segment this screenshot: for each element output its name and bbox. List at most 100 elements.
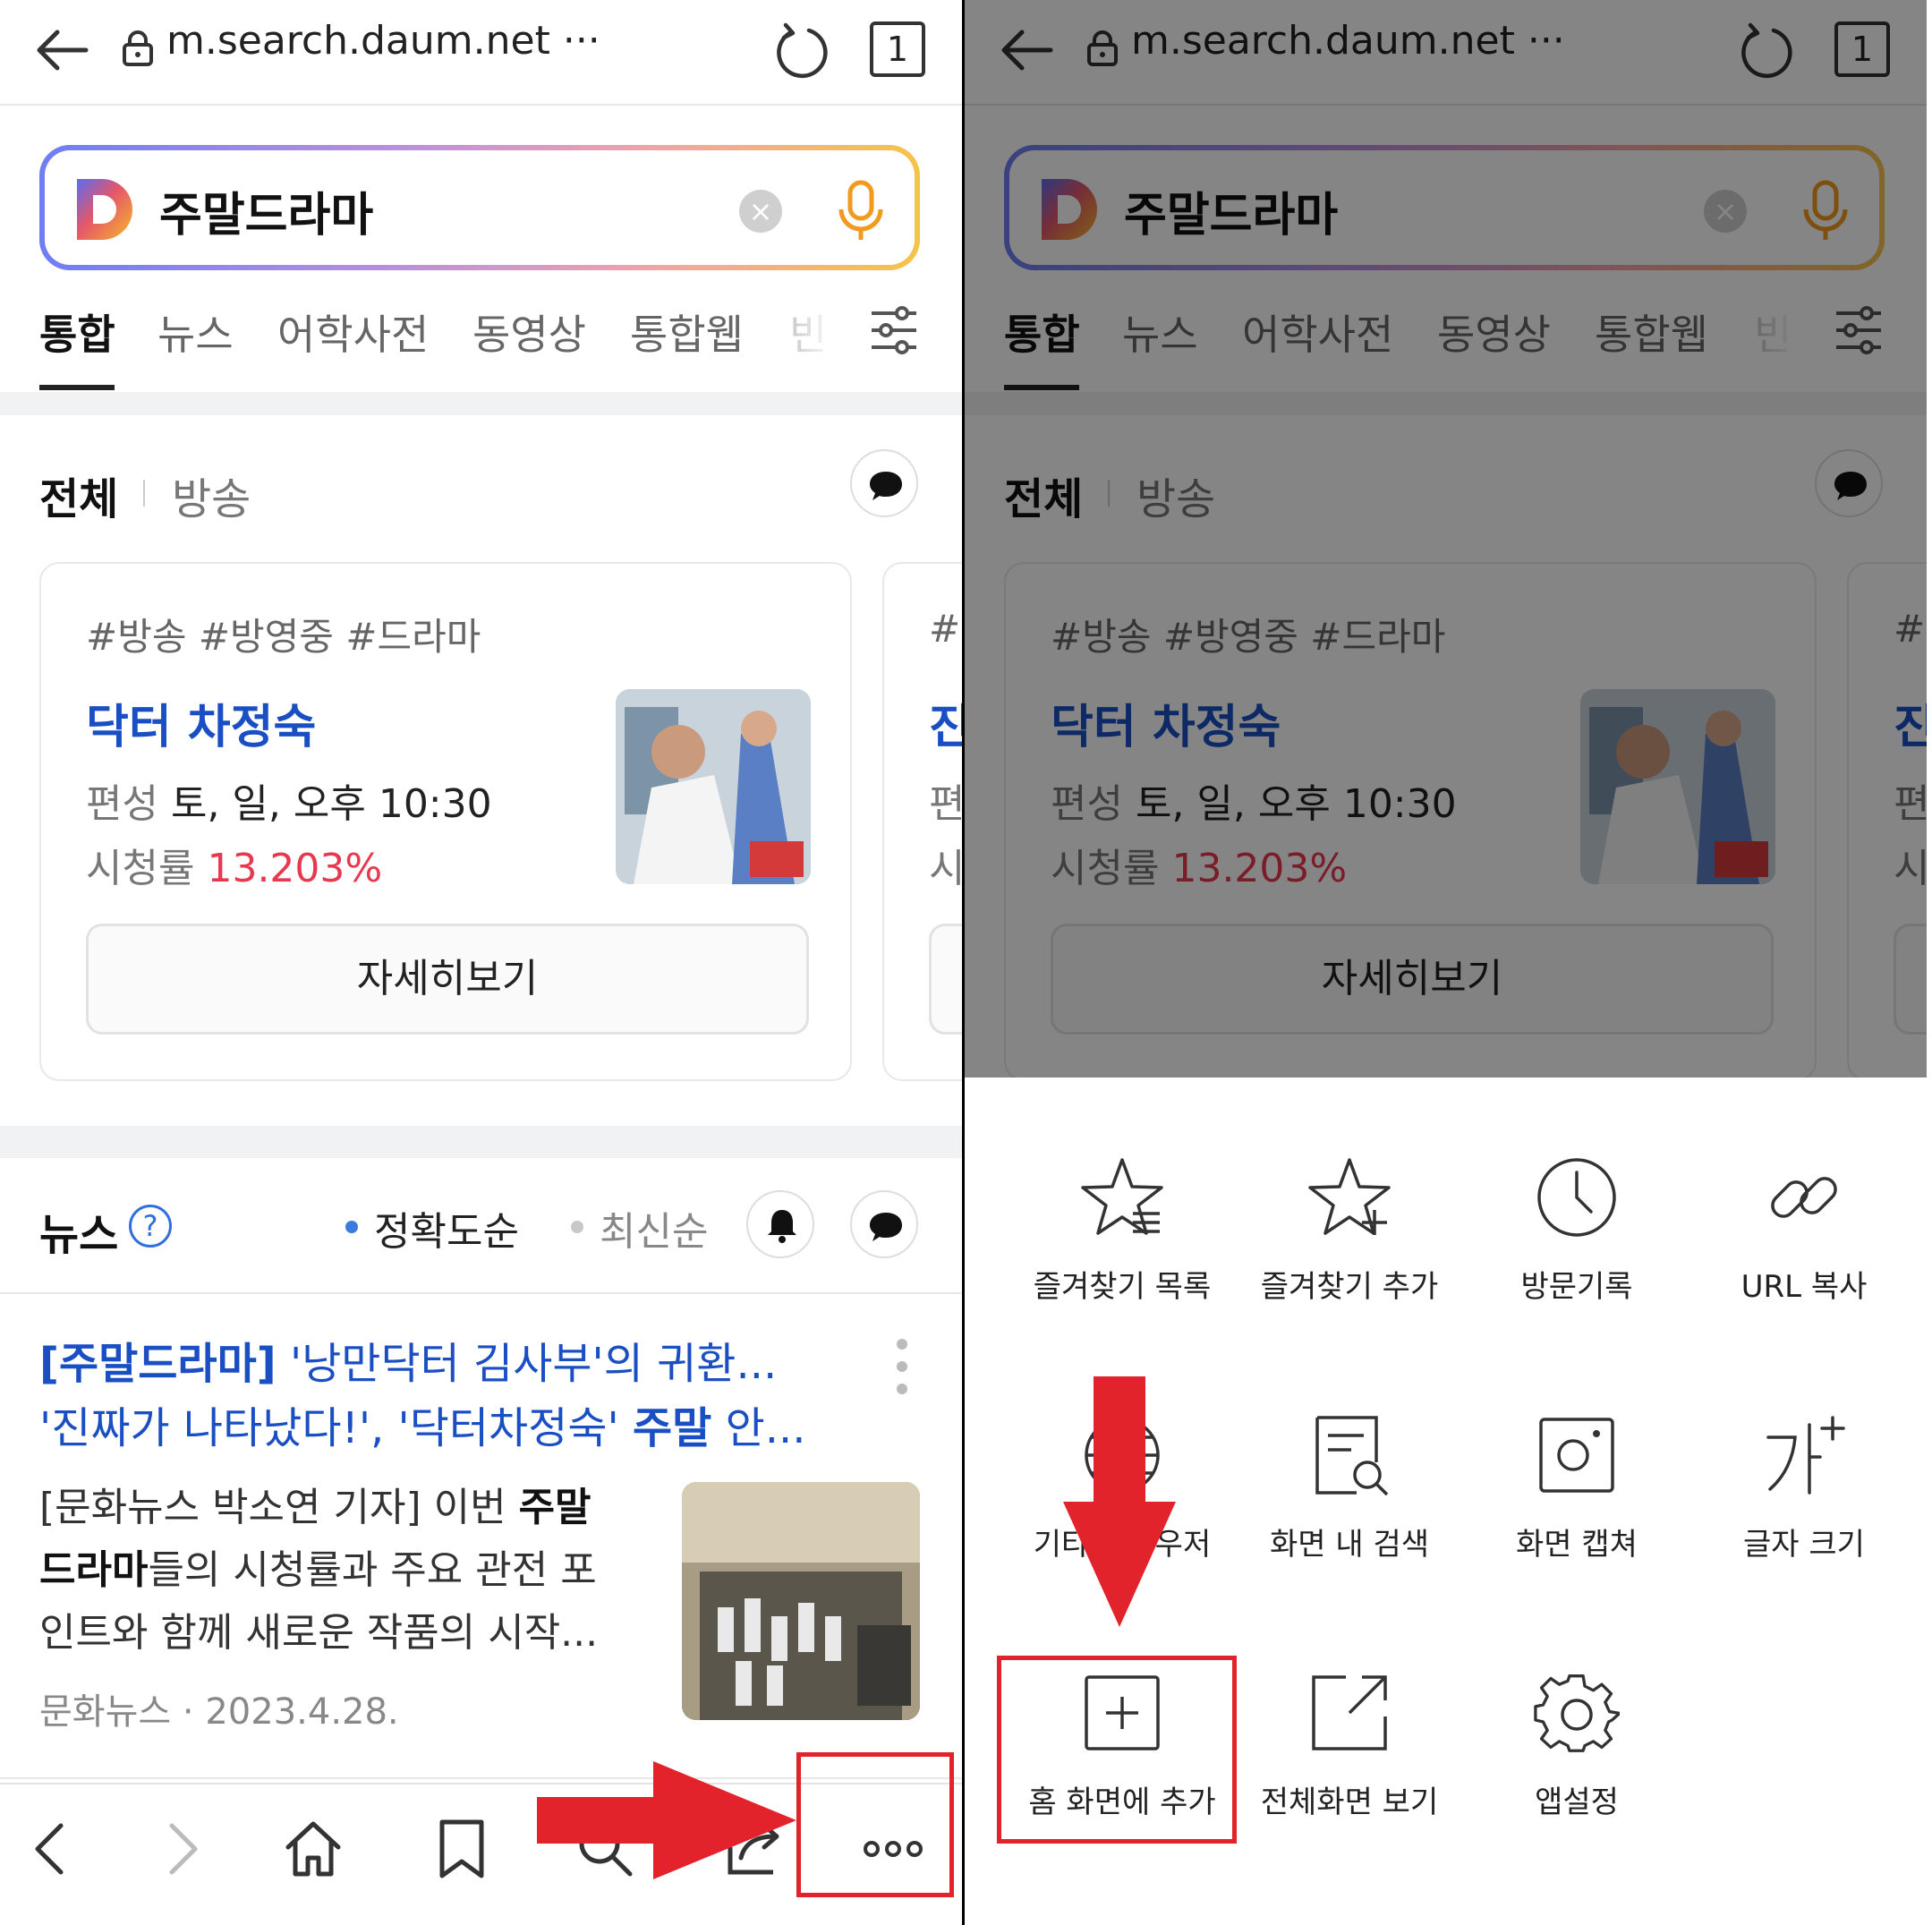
article-title-part3: 안... [711,1403,806,1453]
menu-label: 앱설정 [1535,1784,1619,1820]
browser-toolbar: m.search.daum.net ··· 1 [0,0,962,106]
thumbnail-illustration [682,1482,920,1720]
search-query[interactable]: 주말드라마 [159,177,373,244]
lock-icon [123,30,153,66]
microphone-icon[interactable] [836,179,886,243]
back-nav-icon[interactable] [20,1817,84,1881]
article-body-bold2: 드라마 [39,1547,149,1593]
speech-bubble-icon [870,472,902,500]
section-gap [0,392,962,415]
dim-overlay[interactable] [965,0,1927,1077]
airtime-label: 편성 [86,781,158,827]
menu-label: 화면 캡쳐 [1516,1527,1638,1563]
star-add-icon [1308,1158,1391,1235]
tab-video[interactable]: 동영상 [472,302,586,362]
reload-icon[interactable] [773,20,829,79]
drama-card[interactable]: #방송 #방영중 #드라마 닥터 차정숙 편성 토, 일, 오후 10:30 시… [39,562,852,1081]
url-text: m.search.daum.net [166,18,550,64]
article-body-part1: [문화뉴스 박소연 기자] 이번 [39,1485,519,1530]
tab-web[interactable]: 통합웹 [630,302,744,362]
home-icon[interactable] [281,1817,345,1881]
bookmark-icon[interactable] [430,1817,494,1881]
tab-count-button[interactable]: 1 [870,21,925,77]
divider [0,1292,962,1294]
font-size-icon [1766,1416,1845,1495]
left-screenshot: m.search.daum.net ··· 1 주말드라마 × 통합 뉴스 어학… [0,0,962,1925]
url-more: ··· [562,18,600,64]
section-gap [0,1126,962,1158]
card-rating: 시청률 13.203% [86,836,382,893]
star-list-icon [1081,1158,1163,1235]
separator [143,480,145,507]
menu-label: 즐겨찾기 목록 [1033,1269,1212,1305]
airtime-value: 토, 일, 오후 10:30 [170,781,492,827]
sort-inactive-dot [571,1221,583,1233]
sort-latest[interactable]: 최신순 [600,1199,708,1256]
article-title-bracket: [주말드라마] [39,1339,277,1389]
annotation-highlight-add-home [997,1656,1237,1844]
tab-news[interactable]: 뉴스 [157,302,234,362]
article-meta: 문화뉴스 · 2023.4.28. [39,1682,399,1734]
card-hashtags: #방송 #방영중 #드라마 [86,615,481,659]
url-bar[interactable]: m.search.daum.net ··· [166,18,600,64]
peek-line1: 편 [929,781,962,827]
menu-screen-capture[interactable]: 화면 캡쳐 [1469,1412,1684,1609]
menu-fullscreen[interactable]: 전체화면 보기 [1242,1670,1457,1867]
fullscreen-icon [1312,1675,1387,1750]
annotation-arrow-down [1063,1376,1176,1627]
speech-bubble-icon [870,1213,902,1241]
peek-title: 진 [929,701,962,754]
menu-label: 글자 크기 [1743,1527,1865,1563]
peek-line2: 시 [929,846,962,891]
meta-dot: · [182,1691,194,1733]
article-body-bold1: 주말 [518,1485,592,1530]
search-box[interactable]: 주말드라마 × [39,145,920,270]
tab-fade [779,295,850,358]
forward-nav-icon[interactable] [149,1817,213,1881]
bell-icon [768,1210,796,1243]
help-icon[interactable]: ? [129,1205,172,1248]
alert-button[interactable] [746,1190,814,1258]
menu-add-favorite[interactable]: 즐겨찾기 추가 [1242,1154,1457,1351]
poster-illustration [616,689,811,884]
next-card-peek[interactable]: # 진 편 시 [882,562,962,1081]
section-subtitle-broadcast[interactable]: 방송 [172,464,251,526]
tab-integrated[interactable]: 통합 [39,302,115,362]
article-title-bold: 주말 [632,1403,712,1453]
menu-history[interactable]: 방문기록 [1469,1154,1684,1351]
menu-favorites-list[interactable]: 즐겨찾기 목록 [1015,1154,1230,1351]
clear-search-button[interactable]: × [739,190,782,233]
news-section-title: 뉴스 [39,1210,119,1260]
camera-icon [1539,1418,1614,1493]
menu-find-in-page[interactable]: 화면 내 검색 [1242,1412,1457,1609]
article-date: 2023.4.28. [205,1691,399,1733]
tab-dictionary[interactable]: 어학사전 [277,302,429,362]
menu-label: URL 복사 [1741,1269,1868,1305]
annotation-arrow-right [537,1761,796,1879]
page-search-icon [1315,1416,1389,1496]
clock-icon [1537,1158,1616,1237]
menu-copy-url[interactable]: URL 복사 [1697,1154,1911,1351]
article-thumbnail[interactable] [682,1482,920,1720]
menu-label: 방문기록 [1520,1269,1633,1305]
menu-app-settings[interactable]: 앱설정 [1469,1670,1684,1867]
rating-label: 시청률 [86,846,195,891]
article-title-link[interactable]: [주말드라마] '낭만닥터 김사부'의 귀환... '진짜가 나타났다!', '닥… [39,1332,845,1461]
menu-label: 화면 내 검색 [1269,1527,1429,1563]
comment-button[interactable] [850,449,918,517]
article-snippet: [문화뉴스 박소연 기자] 이번 주말 드라마들의 시청률과 주요 관전 포인트… [39,1477,630,1665]
news-comment-button[interactable] [850,1190,918,1258]
menu-font-size[interactable]: 글자 크기 [1697,1412,1911,1609]
section-title-all[interactable]: 전체 [39,464,118,526]
detail-view-button[interactable]: 자세히보기 [86,924,809,1035]
link-icon [1771,1177,1837,1218]
more-options-icon[interactable] [895,1337,909,1396]
drama-title-link[interactable]: 닥터 차정숙 [86,689,316,756]
sort-active-dot [345,1221,358,1233]
sort-accuracy[interactable]: 정확도순 [374,1199,519,1256]
rating-value: 13.203% [207,846,383,891]
browser-page: m.search.daum.net ··· 1 주말드라마 × 통합 뉴스 어학… [0,0,962,1925]
back-arrow-icon[interactable] [34,21,91,79]
drama-poster-image[interactable] [616,689,811,884]
filter-settings-icon[interactable] [868,304,920,356]
